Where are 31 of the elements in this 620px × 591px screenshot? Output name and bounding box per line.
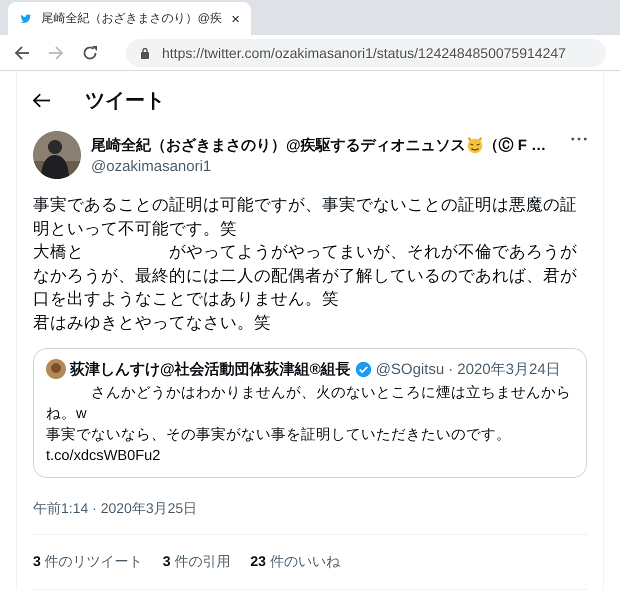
- page-title: ツイート: [85, 88, 165, 114]
- stat-link[interactable]: 23 件のいいね: [250, 553, 340, 571]
- tweet-text: 君はみゆきとやってなさい。笑: [33, 312, 272, 334]
- lock-icon: [140, 46, 150, 58]
- avatar-icon[interactable]: [33, 131, 81, 179]
- author-name[interactable]: 尾崎全紀（おざきまさのり）@疾駆するディオニュソス: [91, 136, 466, 154]
- quoted-date: 2020年3月24日: [457, 360, 561, 378]
- stat-link[interactable]: 3 件のリツイート: [33, 553, 143, 571]
- tweet-text: 事実であることの証明は可能ですが、事実でないことの証明は悪魔の証明といって不可能です。笑: [33, 194, 578, 240]
- stat-link[interactable]: 3 件の引用: [162, 553, 230, 571]
- reload-icon[interactable]: [82, 44, 98, 60]
- avatar-icon: [46, 359, 66, 379]
- quoted-author-name: 荻津しんすけ@社会活動団体荻津組®組長: [70, 360, 351, 378]
- back-icon[interactable]: [14, 44, 30, 60]
- separator-dot: ·: [448, 360, 454, 378]
- back-arrow-icon[interactable]: [33, 92, 51, 108]
- quoted-text: さんかどうかはわかりませんが、火のないところに煙は立ちませんからね。w: [46, 384, 572, 424]
- quoted-link[interactable]: t.co/xdcsWB0Fu2: [46, 446, 574, 467]
- tab-title: 尾崎全紀（おざきまさのり）@疾: [42, 10, 222, 27]
- timestamp[interactable]: 午前1:14 · 2020年3月25日: [33, 500, 587, 535]
- name-suffix: （Ⓒ F …: [484, 136, 546, 154]
- more-icon[interactable]: [571, 137, 587, 141]
- browser-tab[interactable]: 尾崎全紀（おざきまさのり）@疾: [8, 2, 251, 35]
- quoted-tweet-card[interactable]: 荻津しんすけ@社会活動団体荻津組®組長 @SOgitsu · 2020年3月24日 さんかどうかはわかりませんが、火のないところに煙は立ちませんからね。w 事実でないなら、その事実がない事を証明していただきたいのです。 t.co/xdcsWB0Fu2: [33, 348, 587, 478]
- tweet-text: 大橋と がやってようがやってまいが、それが不倫であろうがなかろうが、最終的には二人の配偶者が了解しているのであれば、君が口を出すようなことではありません。笑: [33, 241, 578, 310]
- author-handle[interactable]: @ozakimasanori1: [91, 158, 561, 174]
- quoted-text: 事実でないなら、その事実がない事を証明していただきたいのです。: [46, 426, 512, 445]
- quoted-handle: @SOgitsu: [376, 360, 444, 378]
- devil-face-icon: [466, 136, 484, 154]
- close-icon[interactable]: [232, 14, 239, 24]
- address-bar[interactable]: https://twitter.com/ozakimasanori1/status/1242484850075914247: [126, 38, 606, 66]
